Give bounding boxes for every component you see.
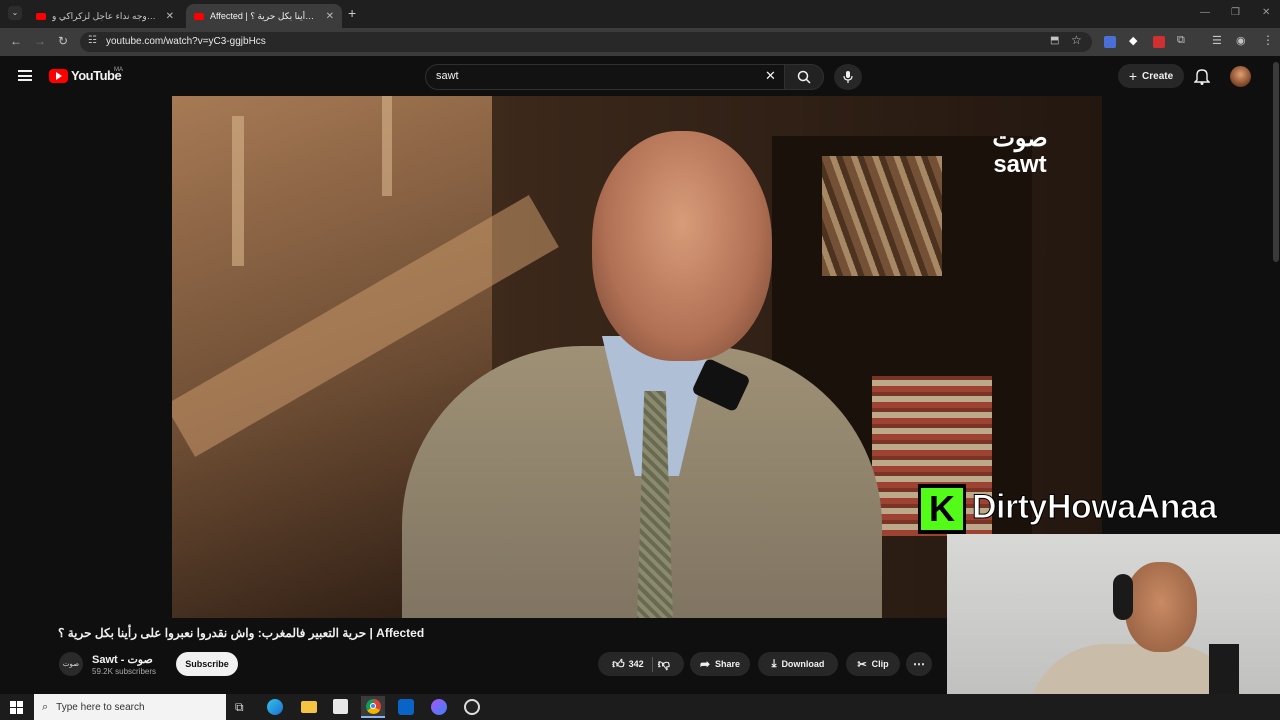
plus-icon: + [1128, 68, 1138, 84]
webcam-overlay: x18 [947, 534, 1280, 720]
microphone-icon [843, 71, 853, 83]
account-avatar[interactable] [1230, 66, 1251, 87]
store-icon[interactable] [333, 699, 348, 714]
translate-extension-icon[interactable] [1104, 36, 1116, 48]
hamburger-menu-icon[interactable] [18, 70, 32, 81]
more-horizontal-icon: ⋯ [913, 657, 925, 671]
close-tab-icon[interactable]: ✕ [158, 11, 174, 22]
clear-search-icon[interactable]: ✕ [765, 68, 776, 84]
chrome-taskbar-icon[interactable] [361, 696, 385, 718]
video-title: حرية التعبير فالمغرب: واش نقدروا نعبروا … [58, 626, 425, 640]
close-tab-icon[interactable]: ✕ [318, 11, 334, 22]
reload-icon[interactable]: ↻ [58, 34, 68, 48]
new-tab-button[interactable]: + [348, 5, 356, 21]
channel-avatar[interactable]: صوت [59, 652, 83, 676]
task-view-icon[interactable]: ⧉ [235, 700, 244, 715]
share-button[interactable]: ➦ Share [690, 652, 750, 676]
create-label: Create [1142, 70, 1174, 82]
taskbar-search-box[interactable]: ⌕ Type here to search [34, 694, 226, 720]
maximize-window-icon[interactable]: ❐ [1231, 7, 1240, 18]
taskbar-search-placeholder: Type here to search [56, 701, 145, 713]
subscribe-button[interactable]: Subscribe [176, 652, 238, 676]
scissors-icon: ✂ [857, 658, 867, 671]
search-input[interactable]: sawt [436, 70, 459, 82]
streamer-username: DirtyHowaAnaa [972, 488, 1218, 527]
site-info-icon[interactable]: ☷ [88, 35, 97, 46]
profile-icon[interactable]: ◉ [1236, 34, 1246, 47]
browser-tab-2-active[interactable]: Affected | يا على رأينا بكل حرية ؟ ✕ [186, 4, 342, 28]
back-arrow-icon[interactable]: ← [10, 34, 22, 48]
file-explorer-icon[interactable] [301, 701, 317, 713]
messaging-app-icon[interactable] [431, 699, 447, 715]
clip-button[interactable]: ✂ Clip [846, 652, 900, 676]
browser-menu-icon[interactable]: ⋮ [1262, 33, 1274, 47]
minimize-window-icon[interactable]: — [1200, 7, 1210, 18]
sawt-watermark-logo: صوت sawt [992, 125, 1048, 179]
extension-diamond-icon[interactable]: ◆ [1129, 34, 1137, 47]
tab-title: يوزووق وجه نداء عاجل لزكراكي و... [52, 10, 158, 21]
youtube-play-icon [49, 68, 68, 83]
search-icon [797, 70, 811, 84]
browser-tab-strip: ⌄ يوزووق وجه نداء عاجل لزكراكي و... ✕ Af… [0, 0, 1280, 28]
page-scrollbar[interactable] [1273, 62, 1279, 262]
search-box[interactable] [425, 64, 785, 90]
edge-browser-icon[interactable] [267, 699, 283, 715]
voice-search-button[interactable] [834, 64, 862, 90]
extension-red-icon[interactable] [1153, 36, 1165, 48]
stair-step-shape [232, 116, 244, 266]
person-head-shape [592, 131, 772, 361]
url-text: youtube.com/watch?v=yC3-ggjbHcs [106, 36, 266, 47]
browser-tab-1[interactable]: يوزووق وجه نداء عاجل لزكراكي و... ✕ [28, 4, 182, 28]
kick-logo-icon: K [918, 484, 966, 534]
like-button[interactable]: 👍︎ 342 [612, 656, 653, 672]
search-button[interactable] [784, 64, 824, 90]
like-count: 342 [628, 659, 644, 669]
bookmark-star-icon[interactable]: ☆ [1071, 33, 1082, 47]
windows-start-icon[interactable] [10, 701, 23, 714]
close-window-icon[interactable]: ✕ [1262, 7, 1270, 18]
region-code: MA [114, 67, 123, 73]
books-shape [822, 156, 942, 276]
like-dislike-group: 👍︎ 342 👎︎ [598, 652, 684, 676]
extensions-puzzle-icon[interactable]: ⧉ [1177, 34, 1185, 47]
headset-shape [1113, 574, 1133, 620]
youtube-favicon-icon [194, 12, 204, 20]
streamer-name-banner: K DirtyHowaAnaa [918, 484, 1280, 534]
tab-list-dropdown-icon[interactable]: ⌄ [8, 6, 22, 20]
thumbs-down-icon: 👎︎ [657, 656, 670, 671]
subscriber-count: 59.2K subscribers [92, 667, 157, 676]
reading-list-icon[interactable]: ☰ [1212, 34, 1222, 47]
thumbs-up-icon: 👍︎ [612, 656, 625, 671]
channel-name[interactable]: Sawt - صوت [92, 653, 153, 666]
obs-studio-icon[interactable] [464, 699, 480, 715]
clip-label: Clip [871, 659, 889, 669]
notifications-bell-icon[interactable] [1193, 67, 1211, 90]
install-app-icon[interactable]: ⬒ [1050, 35, 1059, 46]
download-label: Download [781, 659, 825, 669]
forward-arrow-icon[interactable]: → [34, 34, 46, 48]
youtube-logo[interactable]: YouTube [49, 68, 122, 83]
streamer-head-shape [1125, 562, 1197, 652]
stair-step-shape [382, 96, 392, 196]
outlook-icon[interactable] [398, 699, 414, 715]
download-icon: ⤓ [771, 657, 777, 670]
create-button[interactable]: + Create [1118, 64, 1184, 88]
youtube-favicon-icon [36, 12, 46, 20]
search-icon: ⌕ [42, 700, 49, 713]
more-actions-button[interactable]: ⋯ [906, 652, 932, 676]
share-arrow-icon: ➦ [699, 657, 711, 671]
dislike-button[interactable]: 👎︎ [658, 657, 670, 672]
share-label: Share [715, 659, 741, 669]
download-button[interactable]: ⤓ Download [758, 652, 838, 676]
tab-title: Affected | يا على رأينا بكل حرية ؟ [210, 10, 318, 21]
